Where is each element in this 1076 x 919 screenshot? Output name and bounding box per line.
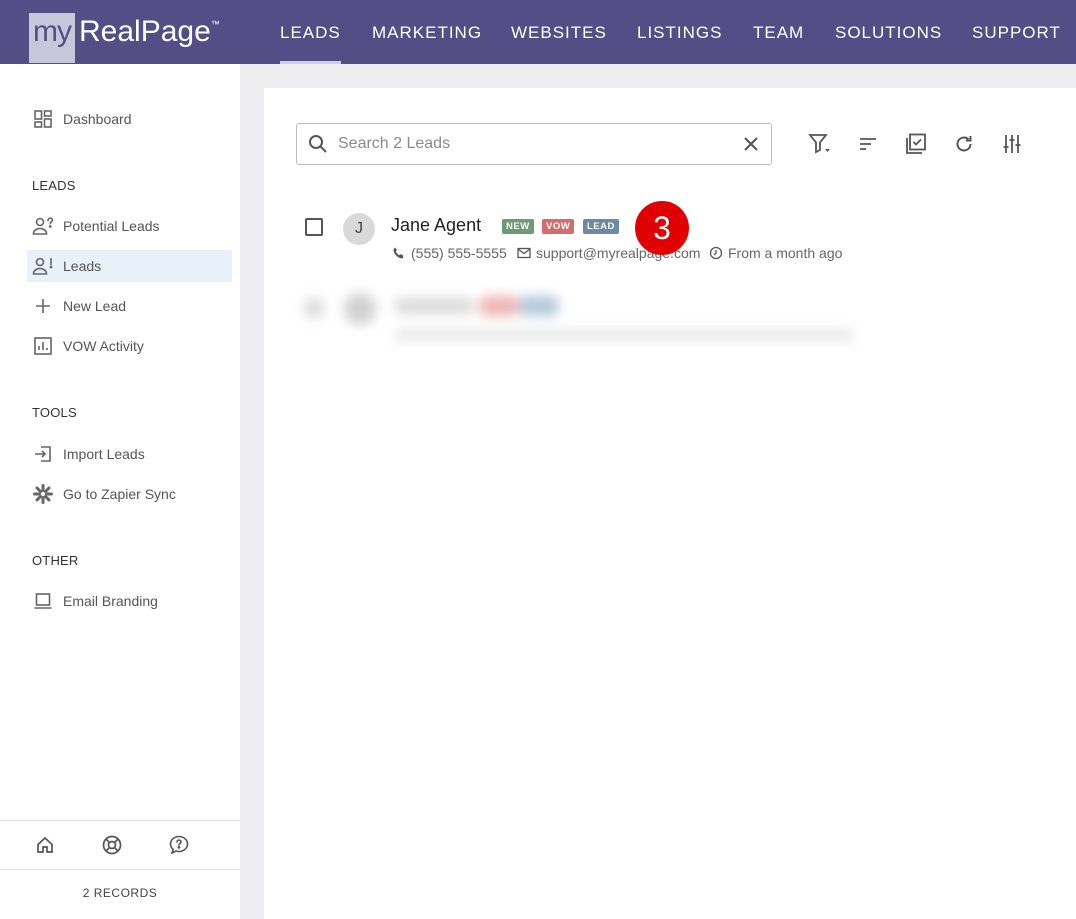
- top-navbar: my RealPage ™ LEADS MARKETING WEBSITES L…: [0, 0, 1076, 64]
- other-heading: OTHER: [32, 553, 79, 568]
- avatar: J: [343, 213, 375, 245]
- search-icon: [309, 135, 327, 153]
- settings-sliders-icon[interactable]: [999, 131, 1025, 157]
- lead-checkbox[interactable]: [305, 218, 323, 236]
- zapier-icon: [32, 483, 54, 505]
- sidebar-item-label: Leads: [63, 258, 102, 274]
- nav-tab-support[interactable]: SUPPORT: [972, 0, 1061, 64]
- nav-tab-marketing[interactable]: MARKETING: [372, 0, 482, 64]
- sidebar-item-zapier-sync[interactable]: Go to Zapier Sync: [27, 478, 232, 510]
- step-marker: 3: [635, 201, 689, 255]
- home-icon[interactable]: [33, 833, 57, 857]
- logo-name: RealPage: [79, 15, 211, 48]
- person-question-icon: [32, 215, 54, 237]
- footer-divider: [0, 869, 240, 870]
- sidebar-item-label: Potential Leads: [63, 218, 160, 234]
- logo-my: my: [29, 13, 75, 63]
- nav-tab-listings[interactable]: LISTINGS: [637, 0, 722, 64]
- clock-icon: [709, 246, 723, 260]
- tools-heading: TOOLS: [32, 405, 77, 420]
- search-box: [296, 123, 772, 165]
- dashboard-icon: [32, 108, 54, 130]
- phone-icon: [393, 247, 404, 259]
- nav-tab-leads[interactable]: LEADS: [280, 0, 341, 64]
- footer-divider: [0, 820, 240, 821]
- sidebar-item-leads[interactable]: Leads: [27, 250, 232, 282]
- sidebar-item-label: Import Leads: [63, 446, 145, 462]
- sidebar-item-potential-leads[interactable]: Potential Leads: [27, 210, 232, 242]
- sidebar-item-label: Go to Zapier Sync: [63, 486, 176, 502]
- lead-name[interactable]: Jane Agent: [391, 215, 481, 236]
- nav-tab-team[interactable]: TEAM: [753, 0, 804, 64]
- laptop-icon: [32, 590, 54, 612]
- refresh-icon[interactable]: [951, 131, 977, 157]
- sidebar-item-label: Dashboard: [63, 111, 132, 127]
- sidebar-item-label: VOW Activity: [63, 338, 144, 354]
- import-icon: [32, 443, 54, 465]
- bar-chart-icon: [32, 335, 54, 357]
- leads-panel: J Jane Agent NEW VOW LEAD (555) 555-5555…: [264, 88, 1076, 919]
- sidebar-item-vow-activity[interactable]: VOW Activity: [27, 330, 232, 362]
- nav-tab-websites[interactable]: WEBSITES: [511, 0, 607, 64]
- clear-icon[interactable]: [741, 134, 761, 154]
- sort-icon[interactable]: [855, 131, 881, 157]
- logo-tm: ™: [210, 19, 220, 29]
- lifebuoy-icon[interactable]: [100, 833, 124, 857]
- mail-icon: [517, 247, 531, 259]
- records-count: 2 RECORDS: [82, 886, 158, 900]
- sidebar-item-label: New Lead: [63, 298, 127, 314]
- leads-heading: LEADS: [32, 178, 76, 193]
- help-chat-icon[interactable]: [167, 833, 191, 857]
- sidebar-item-label: Email Branding: [63, 593, 158, 609]
- select-all-icon[interactable]: [903, 131, 929, 157]
- badge-vow: VOW: [542, 219, 575, 234]
- sidebar: Dashboard LEADS Potential Leads Leads Ne…: [0, 64, 240, 919]
- blurred-lead-row: [284, 278, 1064, 358]
- sidebar-item-dashboard[interactable]: Dashboard: [27, 103, 232, 135]
- badge-new: NEW: [502, 219, 534, 234]
- sidebar-item-email-branding[interactable]: Email Branding: [27, 585, 232, 617]
- phone-number: (555) 555-5555: [411, 245, 507, 261]
- badge-lead: LEAD: [583, 219, 619, 234]
- plus-icon: [32, 295, 54, 317]
- time-ago: From a month ago: [728, 245, 843, 261]
- search-input[interactable]: [338, 135, 718, 153]
- realpage-logo[interactable]: my RealPage ™: [29, 13, 220, 63]
- sidebar-item-new-lead[interactable]: New Lead: [27, 290, 232, 322]
- filter-icon[interactable]: [807, 131, 833, 157]
- sidebar-item-import-leads[interactable]: Import Leads: [27, 438, 232, 470]
- person-exclamation-icon: [32, 255, 54, 277]
- lead-time: From a month ago: [709, 245, 842, 261]
- nav-tab-solutions[interactable]: SOLUTIONS: [835, 0, 942, 64]
- lead-phone[interactable]: (555) 555-5555: [392, 245, 507, 261]
